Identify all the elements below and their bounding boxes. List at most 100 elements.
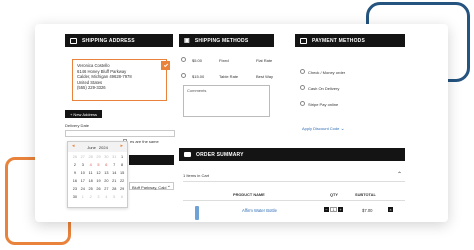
calendar-day[interactable]: 5 bbox=[110, 194, 118, 200]
shipping-option-radio[interactable] bbox=[181, 73, 186, 78]
calendar-day[interactable]: 22 bbox=[118, 178, 126, 184]
calendar-day[interactable]: 1 bbox=[79, 194, 87, 200]
product-thumbnail bbox=[195, 206, 199, 220]
payment-methods-title: PAYMENT METHODS bbox=[312, 37, 366, 44]
calendar-grid: 26 27 28 29 30 31 1 2 3 4 5 6 7 8 9 10 11 12 13 14 15 16 17 18 1… bbox=[71, 154, 126, 200]
order-summary-header: ORDER SUMMARY bbox=[179, 148, 405, 161]
address-card-icon bbox=[70, 37, 77, 44]
new-address-button[interactable]: + New Address bbox=[65, 110, 102, 118]
calendar-day[interactable]: 26 bbox=[71, 154, 79, 160]
calendar-day[interactable]: 6 bbox=[118, 194, 126, 200]
calendar-day[interactable]: 4 bbox=[102, 194, 110, 200]
calendar-day[interactable]: 27 bbox=[102, 186, 110, 192]
calendar-day[interactable]: 28 bbox=[87, 154, 95, 160]
calendar-day[interactable]: 16 bbox=[71, 178, 79, 184]
column-subtotal: SUBTOTAL bbox=[355, 192, 376, 197]
calendar-day[interactable]: 9 bbox=[71, 170, 79, 176]
calendar-day[interactable]: 17 bbox=[79, 178, 87, 184]
address-card-selected[interactable]: Veronica Costello 6146 Honey Bluff Parkw… bbox=[72, 59, 167, 101]
items-in-cart[interactable]: 1 Items in Cart bbox=[183, 173, 209, 178]
shipping-methods-header: ▣ SHIPPING METHODS bbox=[179, 34, 274, 47]
shipping-carrier: Best Way bbox=[256, 74, 273, 79]
calendar-day[interactable]: 8 bbox=[118, 162, 126, 168]
qty-increase-button[interactable]: + bbox=[338, 207, 343, 212]
shipping-address-title: SHIPPING ADDRESS bbox=[82, 37, 135, 44]
calendar-day[interactable]: 29 bbox=[118, 186, 126, 192]
credit-card-icon bbox=[300, 37, 307, 44]
summary-icon bbox=[184, 152, 191, 157]
calendar-day[interactable]: 20 bbox=[102, 178, 110, 184]
payment-option-radio[interactable] bbox=[300, 69, 305, 74]
product-name-link[interactable]: Affirm Water Bottle bbox=[242, 208, 277, 213]
shipping-method: Table Rate bbox=[219, 74, 239, 79]
qty-input[interactable]: 1 bbox=[330, 207, 337, 212]
calendar-day[interactable]: 4 bbox=[87, 162, 95, 168]
delivery-date-input[interactable] bbox=[65, 130, 175, 137]
qty-decrease-button[interactable]: − bbox=[324, 207, 329, 212]
calendar-day[interactable]: 6 bbox=[102, 162, 110, 168]
calendar-day[interactable]: 1 bbox=[118, 154, 126, 160]
billing-same-label: es are the same bbox=[130, 139, 159, 144]
delivery-date-label: Delivery Date bbox=[65, 123, 90, 128]
calendar-day[interactable]: 29 bbox=[95, 154, 103, 160]
billing-address-value: Bluff Parkway, Cald bbox=[132, 184, 167, 190]
calendar-day[interactable]: 25 bbox=[87, 186, 95, 192]
chevron-down-icon: ⌄ bbox=[166, 183, 171, 189]
address-line: (555) 229-3326 bbox=[77, 85, 106, 91]
calendar-day[interactable]: 5 bbox=[95, 162, 103, 168]
calendar-month: June bbox=[87, 144, 96, 150]
divider bbox=[183, 200, 405, 201]
date-picker[interactable]: ◂ June 2024 ▸ 26 27 28 29 30 31 1 2 3 4 5 6 7 8 9 10 11 1… bbox=[67, 141, 128, 208]
column-product-name: PRODUCT NAME bbox=[233, 192, 265, 197]
calendar-day[interactable]: 24 bbox=[79, 186, 87, 192]
calendar-day[interactable]: 11 bbox=[87, 170, 95, 176]
calendar-day[interactable]: 14 bbox=[110, 170, 118, 176]
calendar-day[interactable]: 18 bbox=[87, 178, 95, 184]
calendar-day[interactable]: 10 bbox=[79, 170, 87, 176]
payment-option-label: Cash On Delivery bbox=[308, 86, 340, 91]
calendar-day[interactable]: 30 bbox=[102, 154, 110, 160]
divider bbox=[183, 181, 405, 182]
product-subtotal: $7.00 bbox=[362, 208, 373, 213]
payment-option-label: Stripe Pay online bbox=[308, 102, 339, 107]
calendar-day[interactable]: 28 bbox=[110, 186, 118, 192]
apply-discount-link[interactable]: Apply Discount Code ⌄ bbox=[302, 126, 345, 132]
calendar-day[interactable]: 2 bbox=[71, 162, 79, 168]
shipping-method: Fixed bbox=[219, 58, 229, 63]
remove-item-button[interactable]: × bbox=[388, 207, 393, 212]
calendar-day[interactable]: 12 bbox=[95, 170, 103, 176]
billing-address-select[interactable]: Bluff Parkway, Cald ⌄ bbox=[129, 182, 174, 190]
column-qty: QTY bbox=[330, 192, 338, 197]
calendar-day[interactable]: 23 bbox=[71, 186, 79, 192]
prev-month-icon[interactable]: ◂ bbox=[72, 144, 75, 149]
shipping-option-radio[interactable] bbox=[181, 57, 186, 62]
payment-option-radio[interactable] bbox=[300, 101, 305, 106]
calendar-day[interactable]: 27 bbox=[79, 154, 87, 160]
calendar-day[interactable]: 13 bbox=[102, 170, 110, 176]
shipping-carrier: Flat Rate bbox=[256, 58, 273, 63]
calendar-day[interactable]: 2 bbox=[87, 194, 95, 200]
calendar-day[interactable]: 19 bbox=[95, 178, 103, 184]
chevron-up-icon[interactable]: ⌃ bbox=[397, 171, 402, 178]
calendar-day[interactable]: 3 bbox=[79, 162, 87, 168]
comments-textarea[interactable]: Comments bbox=[183, 85, 270, 117]
calendar-day[interactable]: 7 bbox=[110, 162, 118, 168]
comments-label: Comments bbox=[187, 88, 207, 93]
shipping-price: $15.00 bbox=[192, 74, 205, 79]
selected-check-icon bbox=[161, 61, 170, 70]
next-month-icon[interactable]: ▸ bbox=[120, 144, 123, 149]
calendar-day[interactable]: 3 bbox=[95, 194, 103, 200]
calendar-day[interactable]: 31 bbox=[110, 154, 118, 160]
payment-option-label: Check / Money order bbox=[308, 70, 346, 75]
calendar-day[interactable]: 21 bbox=[110, 178, 118, 184]
billing-address-header bbox=[129, 155, 174, 165]
checkout-card: SHIPPING ADDRESS Veronica Costello 6146 … bbox=[35, 24, 448, 222]
order-summary-title: ORDER SUMMARY bbox=[196, 151, 244, 158]
payment-option-radio[interactable] bbox=[300, 85, 305, 90]
calendar-day[interactable]: 26 bbox=[95, 186, 103, 192]
shipping-address-header: SHIPPING ADDRESS bbox=[65, 34, 173, 47]
apply-discount-label: Apply Discount Code bbox=[302, 126, 340, 131]
calendar-day[interactable]: 30 bbox=[71, 194, 79, 200]
calendar-day[interactable]: 15 bbox=[118, 170, 126, 176]
shipping-price: $5.00 bbox=[192, 58, 203, 63]
